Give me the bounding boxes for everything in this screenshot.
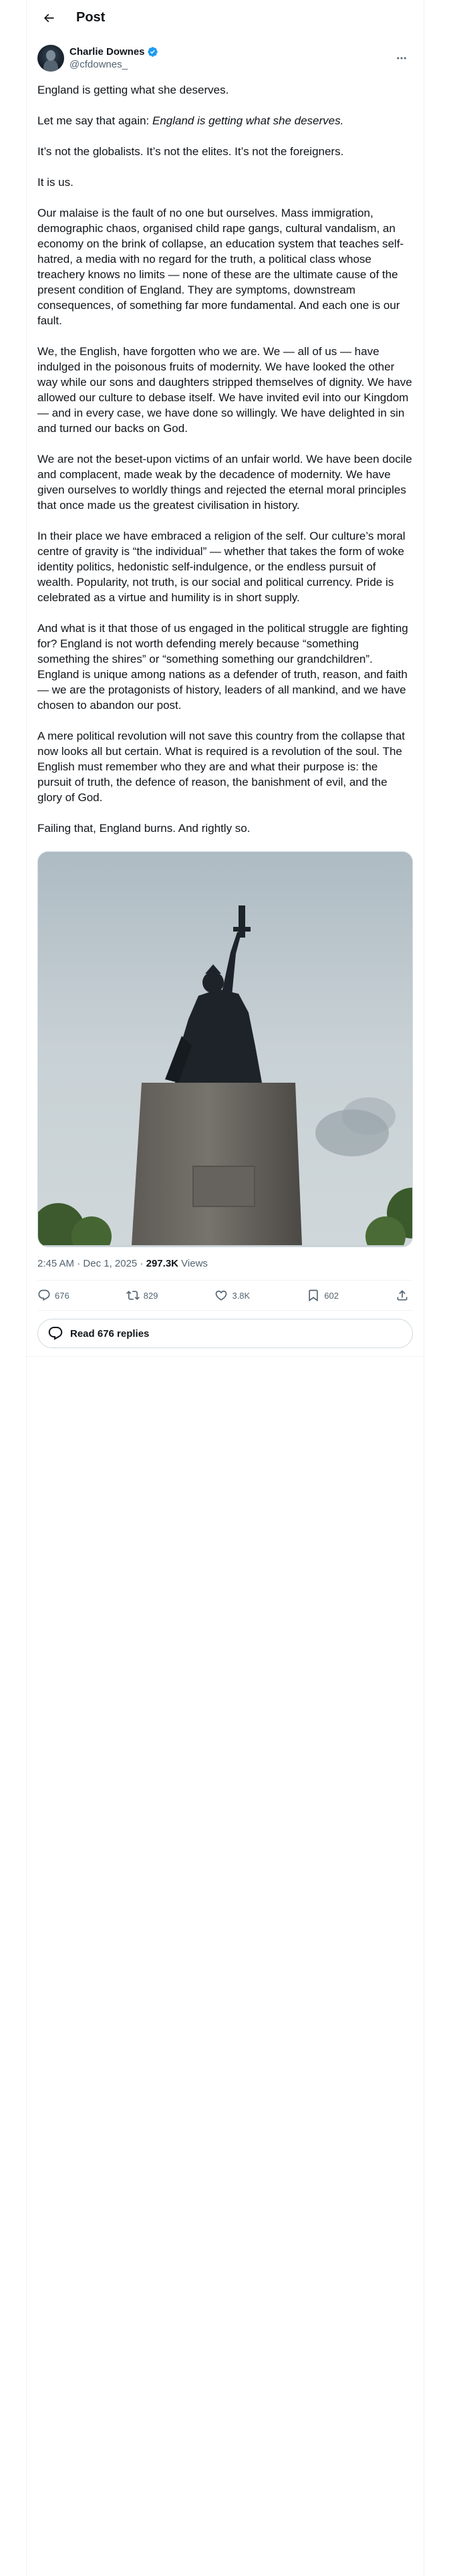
post-paragraph: We, the English, have forgotten who we a…: [37, 345, 412, 435]
meta-separator: ·: [137, 1258, 146, 1269]
post-text: England is getting what she deserves. Le…: [27, 73, 424, 836]
post-date[interactable]: Dec 1, 2025: [83, 1258, 137, 1269]
read-replies-label: Read 676 replies: [70, 1327, 150, 1339]
like-button[interactable]: 3.8K: [214, 1289, 250, 1302]
share-icon: [397, 1290, 408, 1301]
back-button[interactable]: [37, 7, 60, 29]
bookmark-count: 602: [324, 1290, 339, 1301]
statue-photo: [38, 852, 412, 1247]
post-text-emphasis: England is getting what she deserves.: [152, 114, 344, 127]
avatar[interactable]: [37, 45, 64, 72]
post-paragraph: And what is it that those of us engaged …: [37, 622, 408, 712]
post-text-span: Let me say that again:: [37, 114, 152, 127]
author-handle[interactable]: @cfdownes_: [69, 58, 390, 71]
post-paragraph: It’s not the globalists. It’s not the el…: [37, 145, 344, 158]
post-image-statue[interactable]: [37, 851, 413, 1247]
verified-badge-icon: [147, 46, 158, 58]
author-name[interactable]: Charlie Downes: [69, 45, 145, 58]
post-author: Charlie Downes @cfdownes_: [27, 35, 424, 73]
repost-icon: [126, 1291, 140, 1300]
read-replies-button[interactable]: Read 676 replies: [37, 1319, 413, 1348]
author-names: Charlie Downes @cfdownes_: [69, 45, 390, 71]
post-paragraph: Let me say that again: England is gettin…: [37, 113, 413, 128]
post-paragraph: England is getting what she deserves.: [37, 84, 229, 96]
reply-button[interactable]: 676: [37, 1289, 69, 1302]
bookmark-button[interactable]: 602: [307, 1289, 339, 1302]
repost-count: 829: [143, 1290, 158, 1301]
post-paragraph: In their place we have embraced a religi…: [37, 530, 406, 604]
post-paragraph: A mere political revolution will not sav…: [37, 730, 405, 804]
more-horizontal-icon: [397, 57, 406, 60]
post-time[interactable]: 2:45 AM: [37, 1258, 74, 1269]
reply-count: 676: [55, 1290, 69, 1301]
post-paragraph: We are not the beset-upon victims of an …: [37, 453, 412, 512]
views-count: 297.3K: [146, 1258, 178, 1269]
page-title: Post: [76, 10, 106, 25]
post-meta: 2:45 AM · Dec 1, 2025 · 297.3K Views: [37, 1247, 413, 1281]
heart-icon: [216, 1290, 227, 1301]
like-count: 3.8K: [232, 1290, 251, 1301]
repost-button[interactable]: 829: [126, 1289, 158, 1302]
more-button[interactable]: [390, 47, 413, 70]
post-paragraph: Failing that, England burns. And rightly…: [37, 822, 251, 835]
meta-separator: ·: [74, 1258, 84, 1269]
divider: [27, 1356, 424, 1357]
share-button[interactable]: [396, 1289, 413, 1302]
reply-icon: [38, 1289, 50, 1301]
action-bar: 676 829 3.8K 602: [37, 1281, 413, 1311]
arrow-left-icon: [43, 13, 54, 22]
post-column: Post Charlie Downes @cfdownes_ England i…: [26, 0, 424, 2576]
author-name-row: Charlie Downes: [69, 45, 390, 58]
post-paragraph: It is us.: [37, 176, 73, 189]
speech-bubbles-icon: [48, 1327, 63, 1340]
post-paragraph: Our malaise is the fault of no one but o…: [37, 207, 404, 327]
bookmark-icon: [309, 1289, 318, 1302]
views-label: Views: [178, 1258, 208, 1269]
top-bar: Post: [27, 0, 424, 35]
